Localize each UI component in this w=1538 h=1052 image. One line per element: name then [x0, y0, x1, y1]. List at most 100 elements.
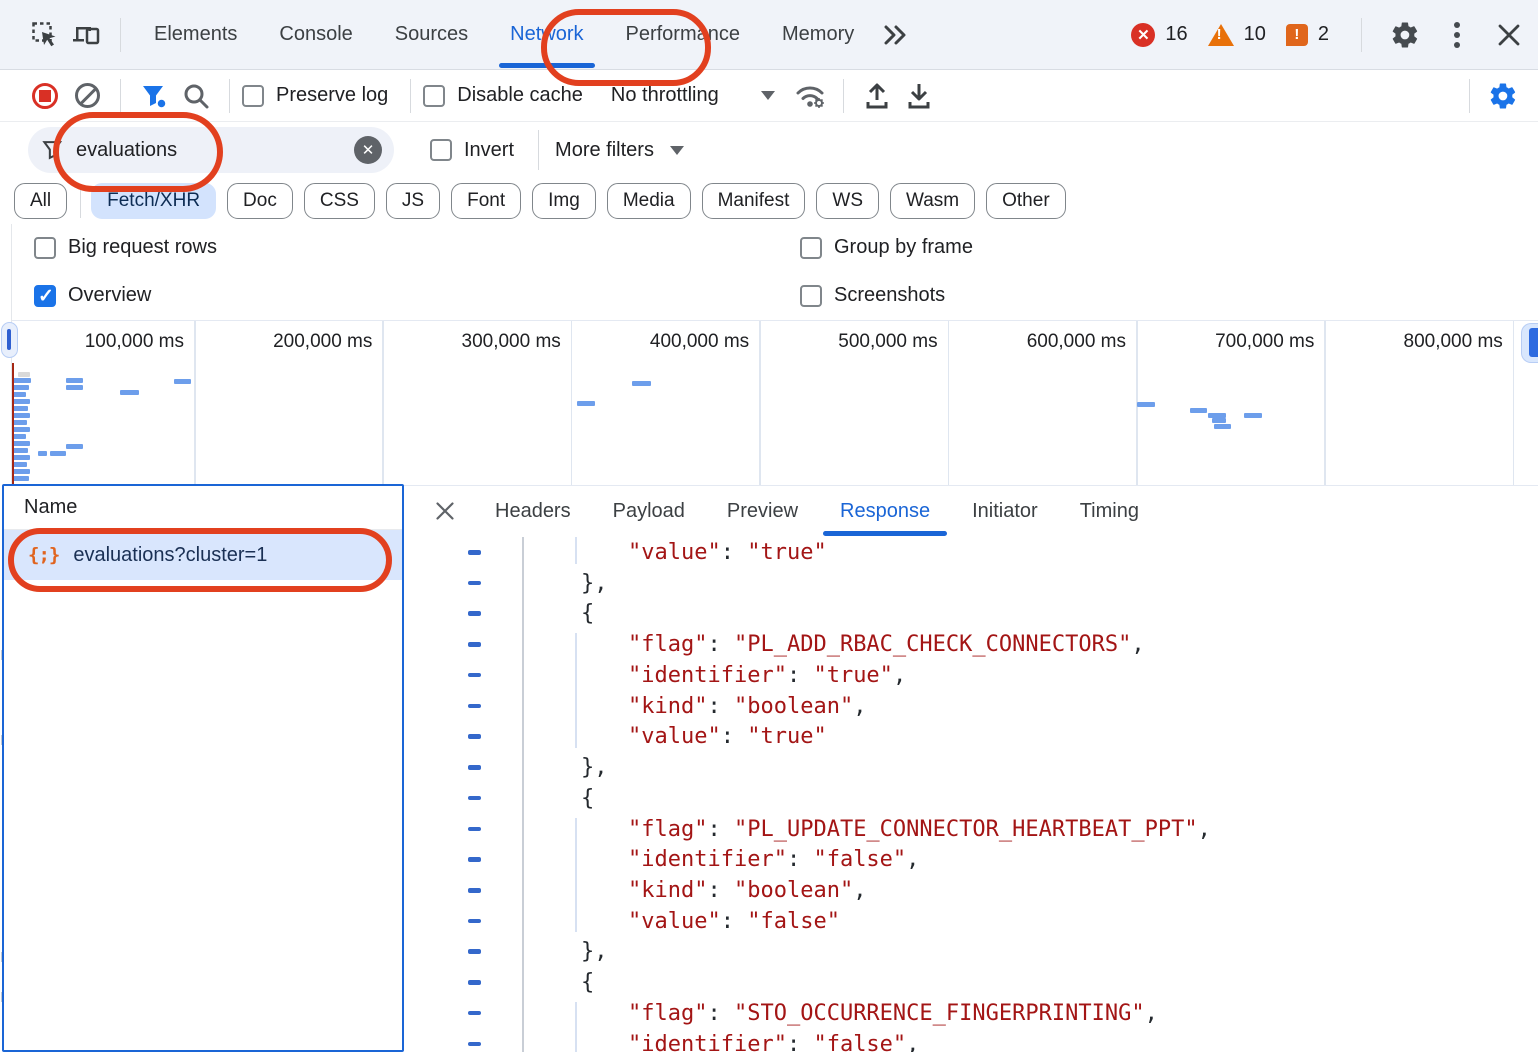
more-tabs-icon[interactable] — [875, 14, 917, 56]
overview-option[interactable]: Overview — [34, 284, 151, 307]
detail-tab-payload[interactable]: Payload — [592, 486, 706, 536]
overview-left-handle[interactable] — [1, 322, 18, 358]
tab-elements[interactable]: Elements — [133, 0, 258, 70]
import-har-icon[interactable] — [856, 75, 898, 117]
tab-sources[interactable]: Sources — [374, 0, 489, 70]
request-timing-bar — [13, 399, 30, 404]
clear-network-log-icon[interactable] — [66, 75, 108, 117]
request-row[interactable]: {;} evaluations?cluster=1 — [4, 530, 402, 580]
kebab-menu-icon[interactable] — [1436, 14, 1478, 56]
settings-gear-icon[interactable] — [1384, 14, 1426, 56]
request-timing-bar — [13, 413, 30, 418]
tab-memory[interactable]: Memory — [761, 0, 875, 70]
big-request-rows-option[interactable]: Big request rows — [34, 236, 217, 259]
type-filter-js[interactable]: JS — [386, 183, 440, 219]
type-filter-doc[interactable]: Doc — [227, 183, 293, 219]
overview-checkbox[interactable] — [34, 285, 56, 307]
preserve-log-checkbox[interactable] — [242, 85, 264, 107]
request-timing-bar — [66, 385, 83, 390]
request-timing-bar — [38, 451, 47, 456]
throttling-select[interactable]: No throttling — [611, 84, 719, 107]
device-toolbar-icon[interactable] — [66, 14, 108, 56]
type-filter-all[interactable]: All — [14, 183, 67, 219]
detail-tab-bar: HeadersPayloadPreviewResponseInitiatorTi… — [404, 486, 1538, 536]
type-filter-img[interactable]: Img — [532, 183, 596, 219]
name-column-header[interactable]: Name — [4, 486, 402, 530]
type-filter-fetch-xhr[interactable]: Fetch/XHR — [91, 183, 216, 219]
warning-count: 10 — [1244, 23, 1266, 46]
code-line: { — [405, 967, 1538, 998]
type-filter-css[interactable]: CSS — [304, 183, 375, 219]
timeline-gridline — [382, 321, 384, 485]
divider — [1469, 79, 1470, 113]
filter-input[interactable]: evaluations ✕ — [28, 127, 394, 173]
timeline-gridline — [759, 321, 761, 485]
detail-tab-response[interactable]: Response — [819, 486, 951, 536]
request-timing-bar — [13, 406, 28, 411]
warning-badge-icon[interactable] — [1208, 24, 1234, 46]
devtools-window: ElementsConsoleSourcesNetworkPerformance… — [0, 0, 1538, 1052]
error-badge-icon[interactable]: ✕ — [1131, 23, 1155, 47]
network-settings-gear-icon[interactable] — [1482, 75, 1524, 117]
screenshots-option[interactable]: Screenshots — [800, 284, 945, 307]
request-type-filters: All Fetch/XHR Doc CSS JS Font Img Media Manifest… — [0, 178, 1538, 224]
type-filter-wasm[interactable]: Wasm — [890, 183, 975, 219]
disable-cache-checkbox[interactable] — [423, 85, 445, 107]
type-filter-ws[interactable]: WS — [816, 183, 879, 219]
type-filter-font[interactable]: Font — [451, 183, 521, 219]
detail-tab-headers[interactable]: Headers — [474, 486, 592, 536]
divider — [229, 79, 230, 113]
indent-guide — [575, 818, 577, 933]
inspect-element-icon[interactable] — [24, 14, 66, 56]
tab-console[interactable]: Console — [258, 0, 373, 70]
request-timing-bar — [13, 420, 27, 425]
more-filters-button[interactable]: More filters — [555, 139, 654, 162]
big-request-rows-checkbox[interactable] — [34, 237, 56, 259]
divider — [843, 79, 844, 113]
group-by-frame-checkbox[interactable] — [800, 237, 822, 259]
clear-filter-icon[interactable]: ✕ — [354, 136, 382, 164]
throttling-dropdown-arrow-icon[interactable] — [761, 91, 775, 100]
request-timing-bar — [1214, 424, 1231, 429]
request-timing-bar — [13, 441, 30, 446]
group-by-frame-option[interactable]: Group by frame — [800, 236, 973, 259]
type-filter-other[interactable]: Other — [986, 183, 1066, 219]
tab-performance[interactable]: Performance — [605, 0, 762, 70]
detail-tab-timing[interactable]: Timing — [1059, 486, 1160, 536]
request-timing-bar — [13, 455, 30, 460]
close-detail-icon[interactable] — [426, 490, 464, 532]
record-network-log-icon[interactable] — [24, 75, 66, 117]
issues-badge-icon[interactable]: ! — [1286, 24, 1308, 46]
request-timing-bar — [13, 462, 27, 467]
overview-label: Overview — [68, 284, 151, 307]
overview-right-handle[interactable] — [1521, 323, 1538, 363]
request-timing-bar — [50, 451, 66, 456]
tab-network[interactable]: Network — [489, 0, 604, 70]
request-timing-bar — [13, 378, 31, 383]
invert-checkbox[interactable] — [430, 139, 452, 161]
network-conditions-icon[interactable] — [789, 75, 831, 117]
type-filter-manifest[interactable]: Manifest — [702, 183, 806, 219]
more-filters-arrow-icon[interactable] — [670, 146, 684, 155]
network-toolbar: Preserve log Disable cache No throttling — [0, 70, 1538, 122]
json-braces-icon: {;} — [28, 544, 59, 566]
export-har-icon[interactable] — [898, 75, 940, 117]
timeline-tick-label: 300,000 ms — [401, 331, 561, 353]
detail-tab-initiator[interactable]: Initiator — [951, 486, 1059, 536]
network-overview-timeline[interactable]: 100,000 ms200,000 ms300,000 ms400,000 ms… — [12, 320, 1538, 486]
request-timing-bar — [18, 372, 30, 377]
request-timing-bar — [66, 444, 83, 449]
screenshots-checkbox[interactable] — [800, 285, 822, 307]
type-filter-media[interactable]: Media — [607, 183, 691, 219]
divider — [80, 184, 81, 218]
timeline-tick-label: 800,000 ms — [1343, 331, 1503, 353]
detail-tab-preview[interactable]: Preview — [706, 486, 819, 536]
filter-icon[interactable] — [133, 75, 175, 117]
response-body-viewer[interactable]: "value": "true"},{"flag": "PL_ADD_RBAC_C… — [405, 537, 1538, 1052]
request-detail-panel: HeadersPayloadPreviewResponseInitiatorTi… — [404, 486, 1538, 1052]
search-icon[interactable] — [175, 75, 217, 117]
request-timing-bar — [1137, 402, 1155, 407]
timeline-tick-label: 700,000 ms — [1154, 331, 1314, 353]
request-timing-bar — [13, 476, 29, 481]
close-devtools-icon[interactable] — [1488, 14, 1530, 56]
